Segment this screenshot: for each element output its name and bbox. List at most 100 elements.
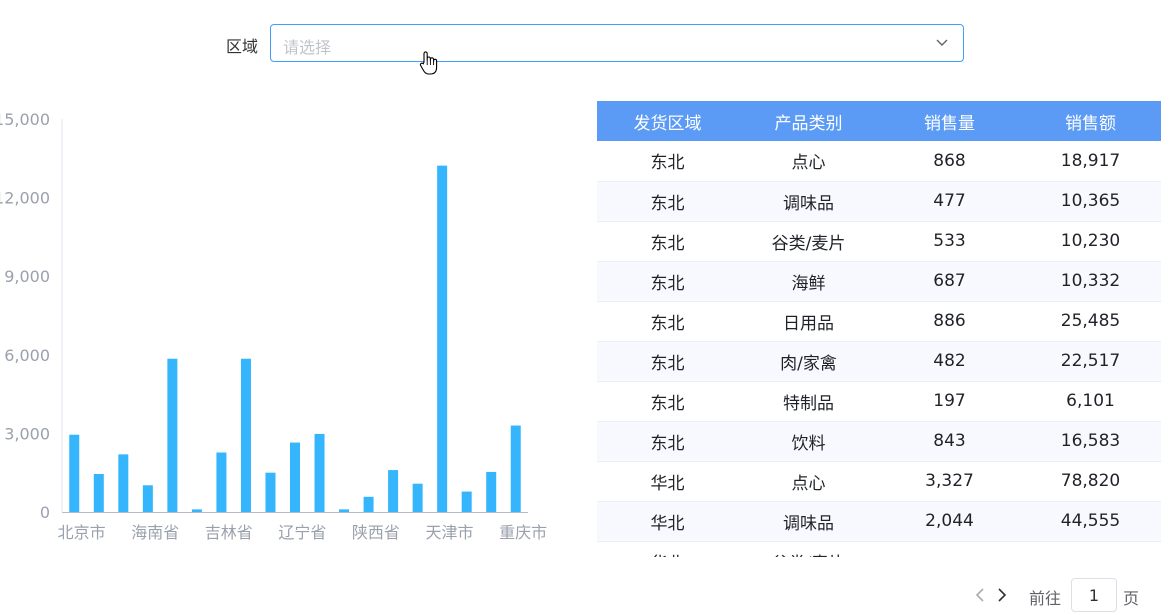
bar[interactable] — [314, 433, 325, 512]
bar[interactable] — [167, 358, 178, 512]
cell-quantity: 482 — [933, 351, 966, 371]
y-tick-label: 12,000 — [0, 189, 50, 208]
col-header-quantity: 销售量 — [924, 113, 975, 134]
x-tick-label: 吉林省 — [205, 523, 253, 542]
cell-category: 日用品 — [783, 313, 834, 334]
cell-region: 东北 — [650, 233, 685, 254]
bar[interactable] — [461, 491, 472, 512]
cell-amount: 44,555 — [1060, 511, 1121, 531]
y-tick-label: 15,000 — [0, 110, 50, 129]
x-tick-label: 陕西省 — [352, 523, 400, 542]
table-row: 东北 海鲜 687 10,332 — [597, 261, 1161, 301]
table-row: 华北谷类/麦片 — [597, 541, 1161, 558]
cell-category: 点心 — [791, 153, 826, 174]
y-tick-label: 6,000 — [4, 346, 50, 365]
table-row: 东北 肉/家禽 482 22,517 — [597, 341, 1161, 381]
chevron-right-icon[interactable] — [994, 586, 1010, 604]
bar[interactable] — [388, 470, 399, 512]
cell-category: 谷类/麦片 — [771, 233, 846, 254]
cell-quantity: 2,044 — [925, 511, 974, 531]
y-tick-label: 9,000 — [4, 267, 50, 286]
region-label: 区域 — [226, 37, 259, 56]
page-unit-label: 页 — [1123, 589, 1140, 608]
bar[interactable] — [69, 434, 80, 512]
table-row: 华北 点心 3,327 78,820 — [597, 461, 1161, 501]
cell-amount: 25,485 — [1060, 311, 1121, 331]
cell-amount: 6,101 — [1066, 391, 1115, 411]
bar[interactable] — [216, 452, 227, 512]
cell-region: 东北 — [650, 353, 685, 374]
cell-category: 谷类/麦片 — [738, 541, 879, 558]
cell-quantity: 533 — [933, 231, 966, 251]
sales-bar-chart: 0 3,000 6,000 9,000 12,000 15,000 北京市 海南省 吉林省 辽宁省… — [0, 110, 547, 542]
cell-region: 东北 — [650, 433, 685, 454]
cell-quantity: 477 — [933, 191, 966, 211]
cell-category: 饮料 — [791, 433, 826, 454]
cell-quantity: 868 — [933, 150, 966, 171]
table-row: 东北 点心 868 18,917 — [597, 141, 1161, 181]
cell-category: 点心 — [791, 473, 826, 494]
region-select-placeholder: 请选择 — [283, 38, 332, 57]
table-row: 东北 特制品 197 6,101 — [597, 381, 1161, 421]
sales-table: 发货区域 产品类别 销售量 销售额 东北 点心 868 18,917 东北 调味品 477 1… — [597, 101, 1161, 557]
cell-amount — [1020, 541, 1161, 557]
bar[interactable] — [290, 442, 300, 512]
cell-region: 东北 — [650, 193, 685, 214]
bar[interactable] — [437, 165, 448, 513]
cell-category: 特制品 — [783, 393, 834, 414]
table-row: 东北 调味品 477 10,365 — [597, 181, 1161, 221]
bar[interactable] — [363, 496, 374, 512]
bar[interactable] — [412, 483, 423, 512]
cell-quantity: 843 — [933, 431, 966, 451]
bar[interactable] — [240, 358, 251, 512]
cell-category: 调味品 — [783, 513, 834, 534]
bar[interactable] — [265, 472, 276, 512]
table-row: 华北 调味品 2,044 44,555 — [597, 501, 1161, 541]
cell-amount: 10,230 — [1060, 231, 1121, 251]
hand-pointer-icon — [419, 51, 438, 75]
x-tick-label: 北京市 — [58, 523, 106, 542]
cell-category: 肉/家禽 — [780, 353, 837, 374]
cell-region: 华北 — [650, 513, 685, 534]
cell-region: 华北 — [597, 541, 738, 558]
col-header-region: 发货区域 — [633, 113, 702, 134]
chevron-down-icon — [936, 39, 948, 46]
table-row: 东北 日用品 886 25,485 — [597, 301, 1161, 341]
bar[interactable] — [486, 471, 497, 512]
page-number-input[interactable] — [1071, 578, 1117, 612]
y-tick-label: 3,000 — [4, 424, 50, 443]
x-tick-label: 海南省 — [131, 523, 179, 542]
cell-amount: 18,917 — [1060, 150, 1121, 171]
table-header-row: 发货区域 产品类别 销售量 销售额 — [597, 101, 1161, 141]
cell-amount: 10,332 — [1060, 271, 1121, 291]
bar[interactable] — [118, 454, 129, 512]
cell-category: 海鲜 — [791, 273, 826, 294]
cell-amount: 16,583 — [1060, 431, 1121, 451]
x-tick-label: 辽宁省 — [278, 523, 326, 542]
cell-region: 东北 — [650, 313, 685, 334]
table-row: 东北 饮料 843 16,583 — [597, 421, 1161, 461]
x-tick-label: 重庆市 — [499, 523, 547, 542]
cell-quantity: 3,327 — [925, 471, 974, 491]
bar[interactable] — [93, 474, 104, 512]
bar[interactable] — [339, 509, 350, 512]
x-tick-label: 天津市 — [426, 523, 474, 542]
region-select[interactable]: 请选择 — [270, 24, 964, 62]
cell-category: 调味品 — [783, 193, 834, 214]
y-tick-label: 0 — [40, 503, 50, 522]
bar[interactable] — [191, 509, 202, 512]
bar[interactable] — [510, 425, 521, 512]
pagination: 前往 页 — [970, 578, 1170, 612]
col-header-category: 产品类别 — [774, 113, 843, 134]
col-header-amount: 销售额 — [1065, 113, 1116, 134]
goto-label: 前往 — [1029, 589, 1062, 608]
cell-region: 东北 — [650, 153, 685, 174]
cell-quantity: 687 — [933, 271, 966, 291]
table-row: 东北 谷类/麦片 533 10,230 — [597, 221, 1161, 261]
cell-amount: 78,820 — [1060, 471, 1121, 491]
cell-quantity: 197 — [933, 391, 966, 411]
cell-quantity — [879, 541, 1020, 557]
chevron-left-icon[interactable] — [972, 586, 988, 604]
cell-quantity: 886 — [933, 311, 966, 331]
bar[interactable] — [142, 485, 153, 512]
